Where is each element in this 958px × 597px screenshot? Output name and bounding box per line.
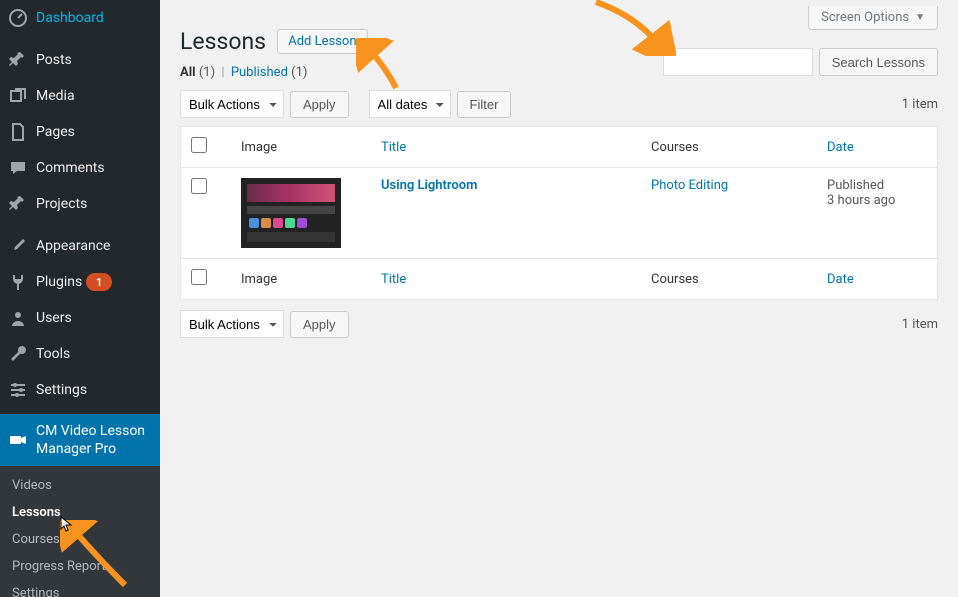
filter-published-count: (1)	[291, 65, 307, 80]
bulk-actions-select[interactable]: Bulk Actions	[180, 90, 284, 118]
sidebar-item-appearance[interactable]: Appearance	[0, 228, 160, 264]
lesson-course-link[interactable]: Photo Editing	[651, 178, 728, 193]
lesson-thumbnail	[241, 178, 341, 248]
sidebar-label: Comments	[36, 160, 105, 176]
item-count: 1 item	[902, 97, 938, 112]
sidebar-label: CM Video Lesson Manager Pro	[36, 422, 152, 458]
pin-icon	[8, 194, 28, 214]
page-title: Lessons	[180, 28, 266, 55]
plug-icon	[8, 272, 28, 292]
col-title-sort[interactable]: Title	[381, 140, 406, 155]
admin-sidebar: Dashboard Posts Media Pages Comments Pro…	[0, 0, 160, 597]
sidebar-item-settings[interactable]: Settings	[0, 372, 160, 408]
submenu-videos[interactable]: Videos	[0, 472, 160, 499]
sidebar-item-projects[interactable]: Projects	[0, 186, 160, 222]
page-icon	[8, 122, 28, 142]
select-all-checkbox[interactable]	[191, 137, 207, 153]
col-image: Image	[231, 127, 371, 168]
filter-all[interactable]: All	[180, 65, 196, 80]
sidebar-item-media[interactable]: Media	[0, 78, 160, 114]
main-content: Screen Options ▼ Lessons Add Lesson All …	[160, 0, 958, 597]
lessons-table: Image Title Courses Date Using Lightroom…	[180, 126, 938, 300]
sidebar-label: Appearance	[36, 238, 110, 254]
screen-options-label: Screen Options	[821, 10, 909, 25]
sidebar-item-cm-video-lesson[interactable]: CM Video Lesson Manager Pro	[0, 414, 160, 466]
filter-all-count: (1)	[199, 65, 215, 80]
add-lesson-button[interactable]: Add Lesson	[277, 29, 367, 54]
col-title-sort[interactable]: Title	[381, 272, 406, 287]
table-row: Using Lightroom Photo Editing Published …	[181, 168, 938, 259]
user-icon	[8, 308, 28, 328]
chevron-down-icon: ▼	[915, 12, 925, 23]
sidebar-item-dashboard[interactable]: Dashboard	[0, 0, 160, 36]
comment-icon	[8, 158, 28, 178]
tablenav-top: Bulk Actions Apply All dates Filter 1 it…	[180, 90, 938, 118]
sidebar-label: Posts	[36, 52, 72, 68]
submenu-settings[interactable]: Settings	[0, 580, 160, 597]
sidebar-label: Tools	[36, 346, 70, 362]
sidebar-label: Dashboard	[36, 10, 104, 26]
sidebar-label: Pages	[36, 124, 75, 140]
sidebar-submenu: Videos Lessons Courses Progress Report S…	[0, 466, 160, 597]
brush-icon	[8, 236, 28, 256]
date-filter-select[interactable]: All dates	[369, 90, 451, 118]
sidebar-label: Projects	[36, 196, 87, 212]
tablenav-bottom: Bulk Actions Apply 1 item	[180, 310, 938, 338]
sidebar-label: Settings	[36, 382, 87, 398]
col-date-sort[interactable]: Date	[827, 140, 854, 155]
sidebar-item-posts[interactable]: Posts	[0, 42, 160, 78]
sidebar-label: Plugins	[36, 274, 82, 290]
submenu-progress-report[interactable]: Progress Report	[0, 553, 160, 580]
col-courses: Courses	[641, 259, 817, 300]
sidebar-item-plugins[interactable]: Plugins 1	[0, 264, 160, 300]
sidebar-item-pages[interactable]: Pages	[0, 114, 160, 150]
row-status: Published	[827, 178, 884, 193]
bulk-actions-select-bottom[interactable]: Bulk Actions	[180, 310, 284, 338]
filter-button[interactable]: Filter	[457, 91, 512, 118]
row-age: 3 hours ago	[827, 193, 895, 208]
sidebar-label: Media	[36, 88, 75, 104]
search-input[interactable]	[663, 48, 813, 76]
sidebar-item-comments[interactable]: Comments	[0, 150, 160, 186]
col-image: Image	[231, 259, 371, 300]
screen-options-toggle[interactable]: Screen Options ▼	[808, 6, 938, 30]
lesson-title-link[interactable]: Using Lightroom	[381, 178, 477, 193]
apply-bulk-button-bottom[interactable]: Apply	[290, 311, 349, 338]
row-checkbox[interactable]	[191, 178, 207, 194]
sidebar-label: Users	[36, 310, 72, 326]
submenu-lessons[interactable]: Lessons	[0, 499, 160, 526]
submenu-courses[interactable]: Courses	[0, 526, 160, 553]
sliders-icon	[8, 380, 28, 400]
dashboard-icon	[8, 8, 28, 28]
sidebar-item-tools[interactable]: Tools	[0, 336, 160, 372]
media-icon	[8, 86, 28, 106]
sidebar-item-users[interactable]: Users	[0, 300, 160, 336]
col-date-sort[interactable]: Date	[827, 272, 854, 287]
select-all-checkbox-bottom[interactable]	[191, 269, 207, 285]
apply-bulk-button[interactable]: Apply	[290, 91, 349, 118]
col-courses: Courses	[641, 127, 817, 168]
filter-published[interactable]: Published	[231, 65, 288, 80]
search-lessons-button[interactable]: Search Lessons	[819, 48, 938, 76]
video-icon	[8, 430, 28, 450]
update-badge: 1	[86, 273, 112, 291]
item-count-bottom: 1 item	[902, 317, 938, 332]
pin-icon	[8, 50, 28, 70]
wrench-icon	[8, 344, 28, 364]
